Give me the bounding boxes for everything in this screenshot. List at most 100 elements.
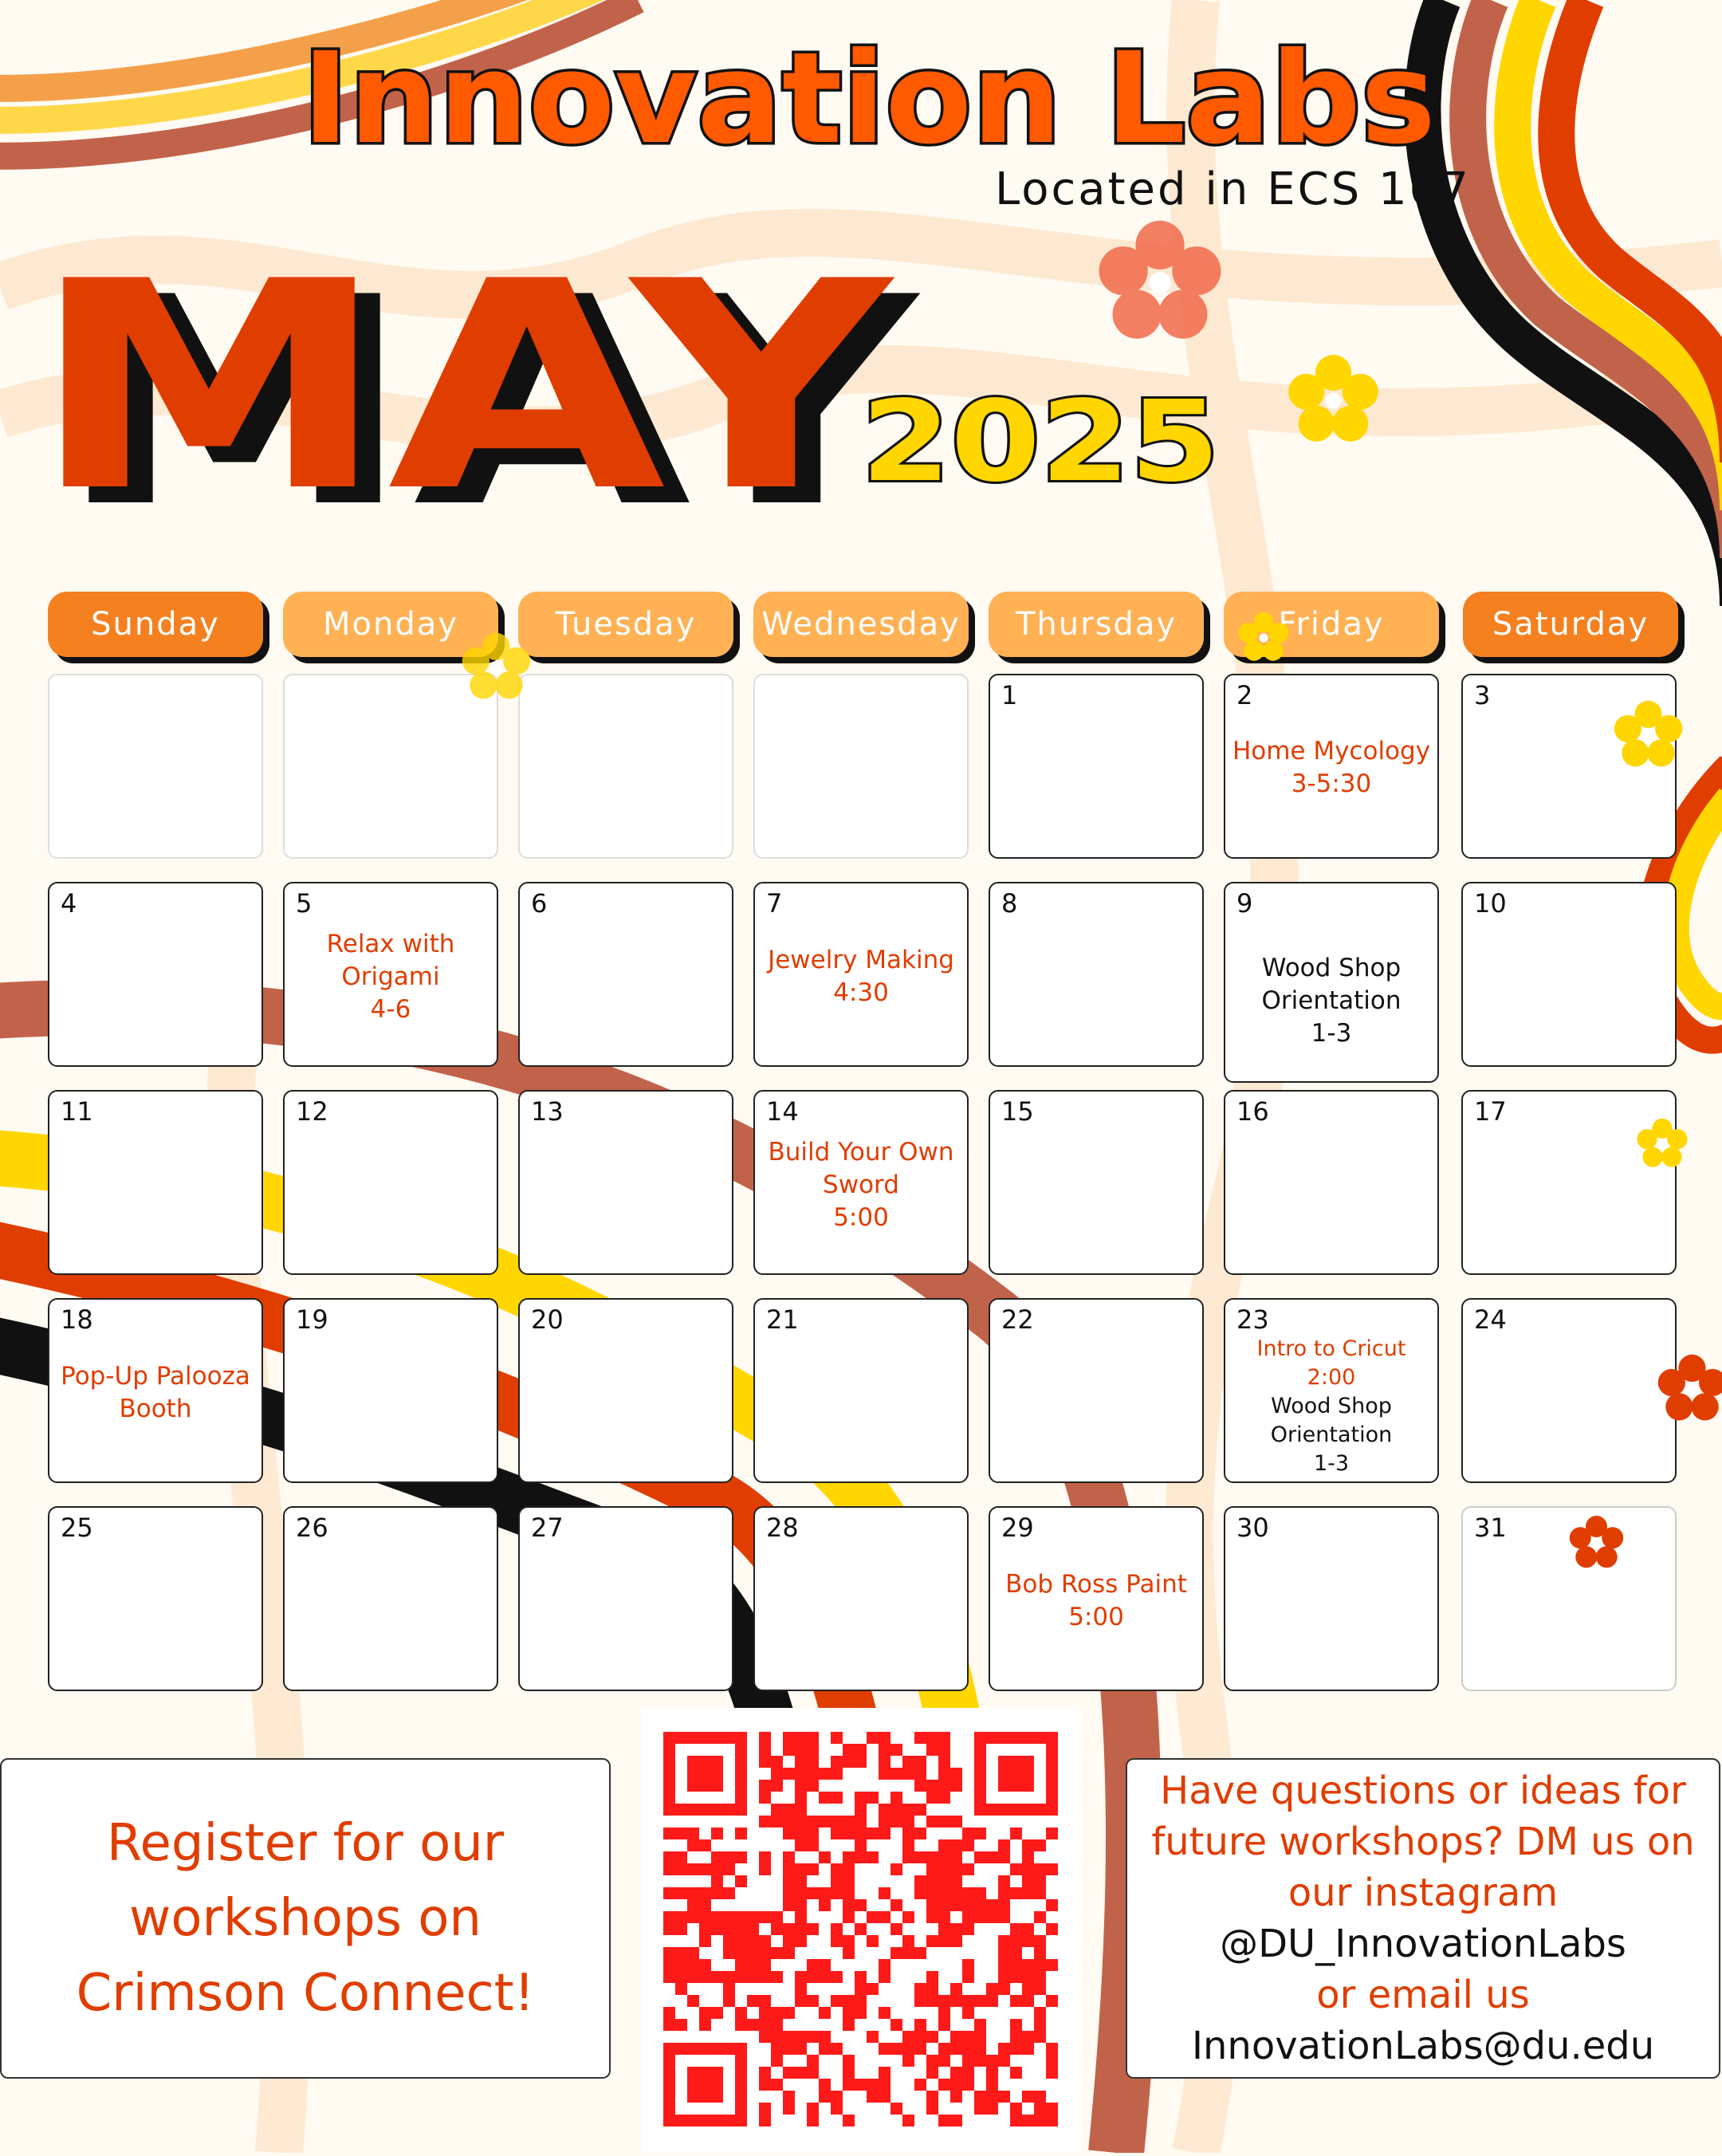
flower-icon xyxy=(1614,700,1683,767)
year-text: 2025 xyxy=(861,377,1220,502)
qr-code-icon xyxy=(663,1732,1058,2126)
calendar-cell-day-25: 25 xyxy=(48,1506,263,1691)
day-number: 20 xyxy=(531,1304,564,1335)
calendar-cell-day-18: 18 Pop-Up Palooza Booth xyxy=(48,1298,263,1483)
weekday-thursday: Thursday xyxy=(989,592,1204,657)
day-number: 24 xyxy=(1474,1304,1507,1335)
day-number: 30 xyxy=(1236,1513,1269,1543)
day-number: 13 xyxy=(531,1096,564,1127)
day-number: 18 xyxy=(61,1304,93,1335)
calendar-cell-day-7: 7 Jewelry Making 4:30 xyxy=(753,882,969,1067)
calendar-cell-day-26: 26 xyxy=(283,1506,498,1691)
calendar-cell-empty xyxy=(518,674,733,859)
calendar-cell-day-28: 28 xyxy=(753,1506,969,1691)
calendar-cell-day-14: 14 Build Your Own Sword 5:00 xyxy=(753,1090,969,1275)
weekday-saturday: Saturday xyxy=(1463,592,1678,657)
calendar-cell-day-4: 4 xyxy=(48,882,263,1067)
calendar-cell-day-30: 30 xyxy=(1224,1506,1439,1691)
flower-icon xyxy=(1238,612,1289,661)
day-number: 4 xyxy=(61,888,77,919)
day-number: 1 xyxy=(1001,680,1018,710)
event-home-mycology: Home Mycology 3-5:30 xyxy=(1232,737,1431,798)
calendar-cell-empty xyxy=(753,674,969,859)
weekday-sunday: Sunday xyxy=(48,592,263,657)
page-title: Innovation Labs xyxy=(299,23,1438,175)
day-number: 27 xyxy=(531,1513,564,1543)
contact-box: Have questions or ideas for future works… xyxy=(1126,1758,1720,2079)
day-number: 28 xyxy=(766,1513,799,1543)
day-number: 5 xyxy=(296,888,313,919)
calendar-cell-day-24: 24 xyxy=(1461,1298,1677,1483)
day-number: 10 xyxy=(1474,888,1507,919)
calendar-cell-day-1: 1 xyxy=(989,674,1204,859)
event-origami: Relax with Origami 4-6 xyxy=(326,930,455,1024)
year-heading: 2025 xyxy=(859,375,1222,502)
email-prompt: or email us xyxy=(1316,1973,1530,2017)
day-number: 17 xyxy=(1474,1096,1507,1127)
day-number: 12 xyxy=(296,1096,328,1127)
flower-icon xyxy=(1637,1118,1688,1167)
day-number: 3 xyxy=(1474,680,1491,710)
day-number: 14 xyxy=(766,1096,799,1127)
calendar-cell-day-12: 12 xyxy=(283,1090,498,1275)
day-number: 8 xyxy=(1001,888,1018,919)
day-number: 22 xyxy=(1001,1304,1034,1335)
month-heading: MAY MAY xyxy=(30,223,921,542)
day-number: 29 xyxy=(1001,1513,1034,1543)
flower-icon xyxy=(462,632,531,699)
day-number: 21 xyxy=(766,1304,799,1335)
calendar-cell-day-8: 8 xyxy=(989,882,1204,1067)
weekday-tuesday: Tuesday xyxy=(518,592,733,657)
instagram-handle[interactable]: @DU_InnovationLabs xyxy=(1220,1922,1626,1966)
calendar-cell-day-20: 20 xyxy=(518,1298,733,1483)
calendar-cell-day-16: 16 xyxy=(1224,1090,1439,1275)
flower-icon xyxy=(1099,220,1221,339)
event-wood-shop-orientation: Wood Shop Orientation 1-3 xyxy=(1270,1394,1393,1476)
calendar-cell-day-10: 10 xyxy=(1461,882,1677,1067)
flower-icon xyxy=(1657,1354,1722,1421)
day-number: 26 xyxy=(296,1513,328,1543)
qr-code[interactable] xyxy=(641,1708,1081,2153)
day-number: 11 xyxy=(61,1096,93,1127)
calendar-cell-day-11: 11 xyxy=(48,1090,263,1275)
register-box: Register for our workshops on Crimson Co… xyxy=(0,1758,611,2079)
calendar-cell-day-21: 21 xyxy=(753,1298,969,1483)
day-number: 19 xyxy=(296,1304,328,1335)
calendar-cell-day-15: 15 xyxy=(989,1090,1204,1275)
calendar-cell-day-13: 13 xyxy=(518,1090,733,1275)
calendar-cell-day-5: 5 Relax with Origami 4-6 xyxy=(283,882,498,1067)
calendar-cell-day-19: 19 xyxy=(283,1298,498,1483)
flower-icon xyxy=(1569,1516,1624,1568)
calendar-cell-day-22: 22 xyxy=(989,1298,1204,1483)
email-address[interactable]: InnovationLabs@du.edu xyxy=(1192,2024,1654,2068)
calendar-cell-day-6: 6 xyxy=(518,882,733,1067)
day-number: 15 xyxy=(1001,1096,1034,1127)
day-number: 23 xyxy=(1236,1304,1269,1335)
calendar-cell-day-23: 23 Intro to Cricut 2:00 Wood Shop Orientat… xyxy=(1224,1298,1439,1483)
event-jewelry-making: Jewelry Making 4:30 xyxy=(768,946,954,1007)
month-text: MAY xyxy=(30,223,895,542)
event-build-sword: Build Your Own Sword 5:00 xyxy=(768,1138,954,1232)
weekday-wednesday: Wednesday xyxy=(753,592,969,657)
event-intro-to-cricut: Intro to Cricut 2:00 xyxy=(1256,1336,1406,1390)
calendar-cell-day-2: 2 Home Mycology 3-5:30 xyxy=(1224,674,1439,859)
day-number: 25 xyxy=(61,1513,93,1543)
day-number: 6 xyxy=(531,888,548,919)
location-text: Located in ECS 107 xyxy=(995,163,1471,215)
event-wood-shop-orientation: Wood Shop Orientation 1-3 xyxy=(1261,954,1402,1048)
day-number: 7 xyxy=(766,888,783,919)
day-number: 16 xyxy=(1236,1096,1269,1127)
register-text: Register for our workshops on Crimson Co… xyxy=(76,1814,535,2023)
flower-icon xyxy=(1288,355,1378,442)
event-pop-up-palooza: Pop-Up Palooza Booth xyxy=(61,1362,250,1423)
calendar-cell-empty xyxy=(48,674,263,859)
event-bob-ross-paint: Bob Ross Paint 5:00 xyxy=(1005,1570,1187,1631)
contact-text: Have questions or ideas for future works… xyxy=(1151,1768,1695,1915)
calendar-cell-day-27: 27 xyxy=(518,1506,733,1691)
calendar-cell-day-29: 29 Bob Ross Paint 5:00 xyxy=(989,1506,1204,1691)
title-text: Innovation Labs xyxy=(302,26,1436,172)
day-number: 31 xyxy=(1474,1513,1507,1543)
day-number: 9 xyxy=(1236,888,1253,919)
calendar-cell-day-9: 9 Wood Shop Orientation 1-3 xyxy=(1224,882,1439,1083)
day-number: 2 xyxy=(1236,680,1253,710)
